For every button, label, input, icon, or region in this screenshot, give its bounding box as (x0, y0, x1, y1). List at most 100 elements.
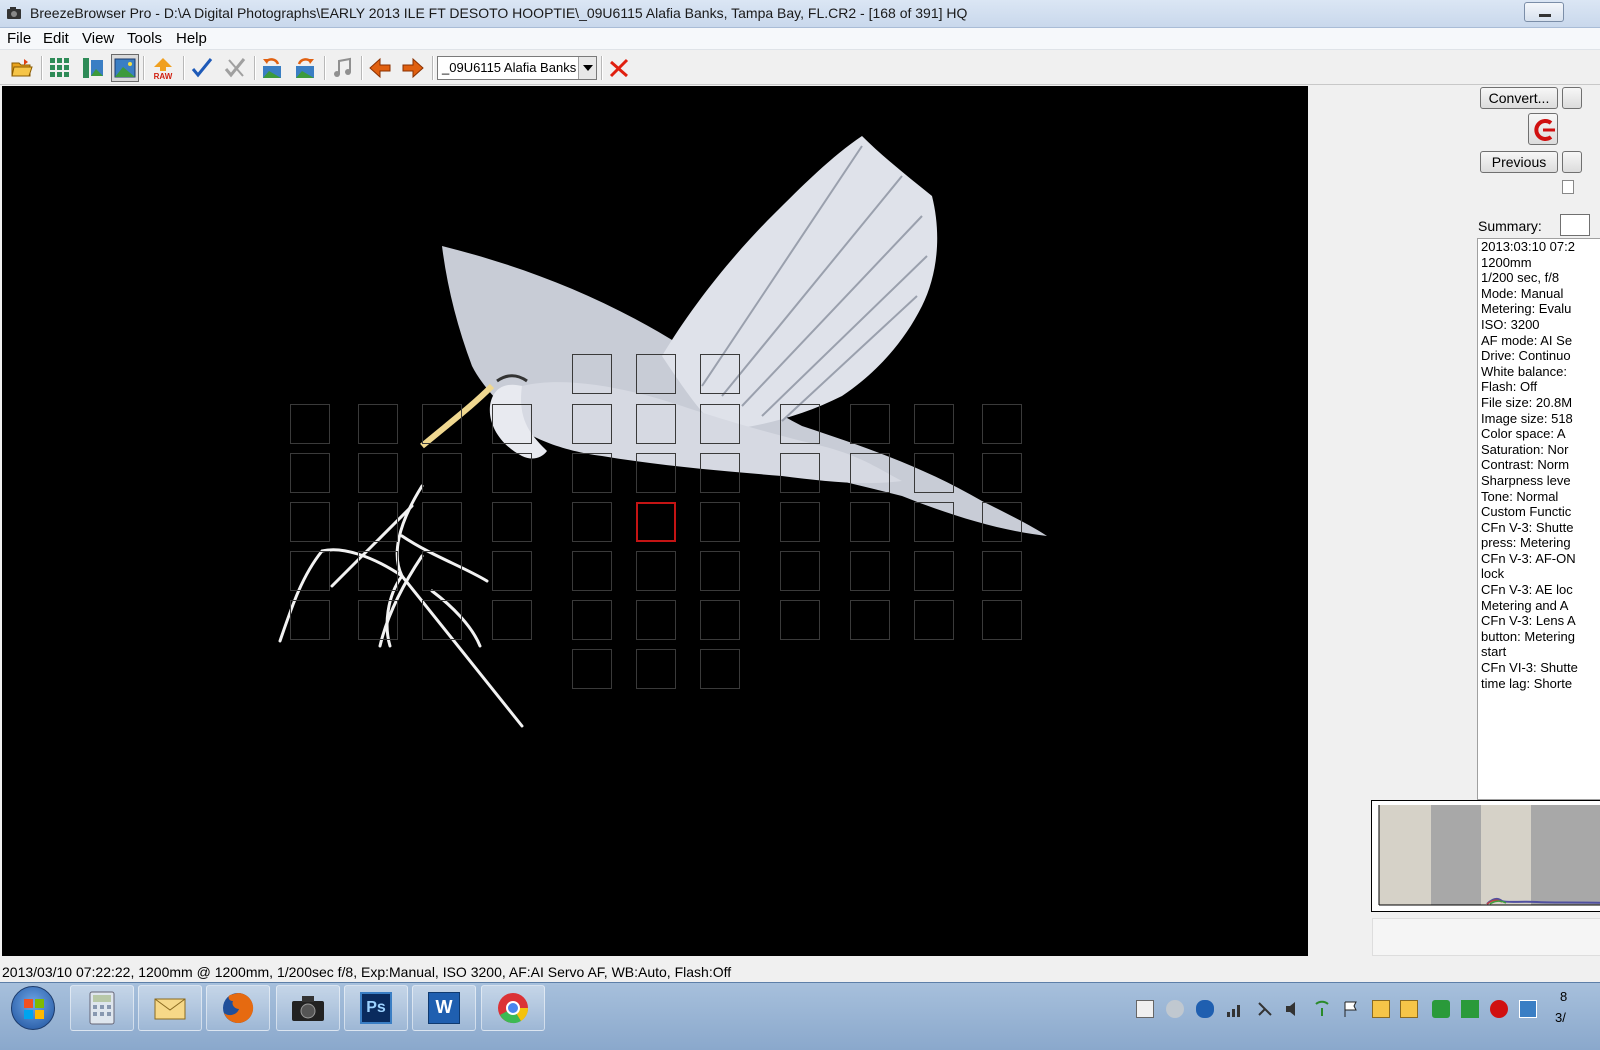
firefox-icon[interactable] (206, 985, 270, 1031)
summary-line: Drive: Continuo (1481, 348, 1571, 364)
word-icon[interactable]: W (412, 985, 476, 1031)
summary-line: Image size: 518 (1481, 410, 1573, 426)
summary-text[interactable]: 2013:03:10 07:2 1200mm 1/200 sec, f/8 Mode:… (1477, 238, 1600, 800)
image-viewer[interactable] (2, 86, 1308, 956)
summary-line: Flash: Off (1481, 379, 1538, 395)
af-point (700, 354, 740, 394)
af-point (422, 600, 462, 640)
wifi-icon[interactable] (1313, 1000, 1331, 1018)
af-point (358, 600, 398, 640)
af-point (492, 453, 532, 493)
single-image-icon[interactable] (111, 54, 139, 82)
windows-logo-icon (24, 999, 44, 1019)
photoshop-label: Ps (360, 992, 392, 1024)
summary-line: Custom Functic (1481, 504, 1572, 520)
menu-file[interactable]: File (7, 30, 31, 47)
previous-arrow-icon[interactable] (366, 54, 394, 82)
photoshop-icon[interactable]: Ps (344, 985, 408, 1031)
satellite-icon[interactable] (1256, 1000, 1274, 1018)
minimize-button[interactable] (1524, 2, 1564, 22)
next-arrow-icon[interactable] (399, 54, 427, 82)
rotate-right-icon[interactable] (291, 54, 319, 82)
undo-button[interactable] (1528, 113, 1558, 145)
af-point (914, 453, 954, 493)
af-point (850, 600, 890, 640)
af-point (358, 551, 398, 591)
close-x-icon[interactable] (605, 54, 633, 82)
folder-icon[interactable] (1372, 1000, 1390, 1018)
summary-line: press: Metering (1481, 535, 1571, 551)
menu-bar: File Edit View Tools Help (0, 28, 1600, 50)
check-icon[interactable] (188, 54, 216, 82)
clock-date[interactable]: 3/ (1555, 1010, 1566, 1025)
summary-line: File size: 20.8M (1481, 394, 1573, 410)
sync-icon[interactable] (1432, 1000, 1450, 1018)
summary-line: lock (1481, 566, 1505, 582)
af-point (290, 453, 330, 493)
camera-icon (7, 7, 21, 19)
checkbox[interactable] (1562, 180, 1574, 194)
af-point (982, 551, 1022, 591)
previous-button[interactable]: Previous (1480, 151, 1558, 173)
volume-icon[interactable] (1284, 1000, 1302, 1018)
summary-select[interactable] (1560, 214, 1590, 236)
menu-tools[interactable]: Tools (127, 30, 162, 47)
histogram (1371, 800, 1600, 912)
thumbnail-grid-icon[interactable] (46, 54, 74, 82)
summary-line: CFn V-3: Shutte (1481, 519, 1574, 535)
convert-button[interactable]: Convert... (1480, 87, 1558, 109)
af-point (492, 600, 532, 640)
chrome-icon[interactable] (481, 985, 545, 1031)
tray-device-icon[interactable] (1136, 1000, 1154, 1018)
chevron-down-icon[interactable] (578, 57, 596, 79)
undo-arrow-icon (1534, 119, 1555, 141)
open-folder-icon[interactable] (8, 54, 36, 82)
display-icon[interactable] (1519, 1000, 1537, 1018)
title-bar: BreezeBrowser Pro - D:\A Digital Photogr… (0, 0, 1600, 28)
untag-icon[interactable] (221, 54, 249, 82)
af-point (358, 453, 398, 493)
summary-label: Summary: (1478, 218, 1542, 234)
file-select[interactable]: _09U6115 Alafia Banks (437, 56, 597, 80)
rotate-left-icon[interactable] (258, 54, 286, 82)
summary-line: 1/200 sec, f/8 (1481, 270, 1560, 286)
next-button[interactable] (1562, 151, 1582, 173)
music-icon[interactable] (328, 54, 356, 82)
status-bar: 2013/03/10 07:22:22, 1200mm @ 1200mm, 1/… (0, 962, 1600, 982)
taskbar: Ps W 8 3/ (0, 982, 1600, 1050)
summary-line: Contrast: Norm (1481, 457, 1570, 473)
tray-safely-remove-icon[interactable] (1166, 1000, 1184, 1018)
network-icon[interactable] (1226, 1000, 1244, 1018)
af-point (914, 404, 954, 444)
af-point (700, 600, 740, 640)
clock-time[interactable]: 8 (1560, 989, 1567, 1004)
chart-icon[interactable] (1461, 1000, 1479, 1018)
tray-folder-icon[interactable] (1400, 1000, 1418, 1018)
calculator-icon[interactable] (70, 985, 134, 1031)
af-point (492, 502, 532, 542)
af-point (358, 404, 398, 444)
menu-help[interactable]: Help (176, 30, 207, 47)
raw-icon[interactable]: RAW (149, 54, 177, 82)
camera-app-icon[interactable] (276, 985, 340, 1031)
mail-icon[interactable] (138, 985, 202, 1031)
af-point (422, 551, 462, 591)
flag-icon[interactable] (1342, 1000, 1360, 1018)
af-point (572, 453, 612, 493)
summary-line: CFn VI-3: Shutte (1481, 660, 1578, 676)
summary-line: Metering and A (1481, 597, 1569, 613)
af-point (290, 404, 330, 444)
more-button[interactable] (1562, 87, 1582, 109)
af-point (850, 502, 890, 542)
thumbnail-preview-icon[interactable] (79, 54, 107, 82)
af-point (700, 453, 740, 493)
raw-label: RAW (154, 72, 173, 80)
window-title: BreezeBrowser Pro - D:\A Digital Photogr… (30, 5, 968, 21)
menu-edit[interactable]: Edit (43, 30, 69, 47)
info-box (1372, 918, 1600, 956)
menu-view[interactable]: View (82, 30, 114, 47)
start-button[interactable] (11, 986, 55, 1030)
af-point (572, 600, 612, 640)
security-icon[interactable] (1490, 1000, 1508, 1018)
bluetooth-icon[interactable] (1196, 1000, 1214, 1018)
